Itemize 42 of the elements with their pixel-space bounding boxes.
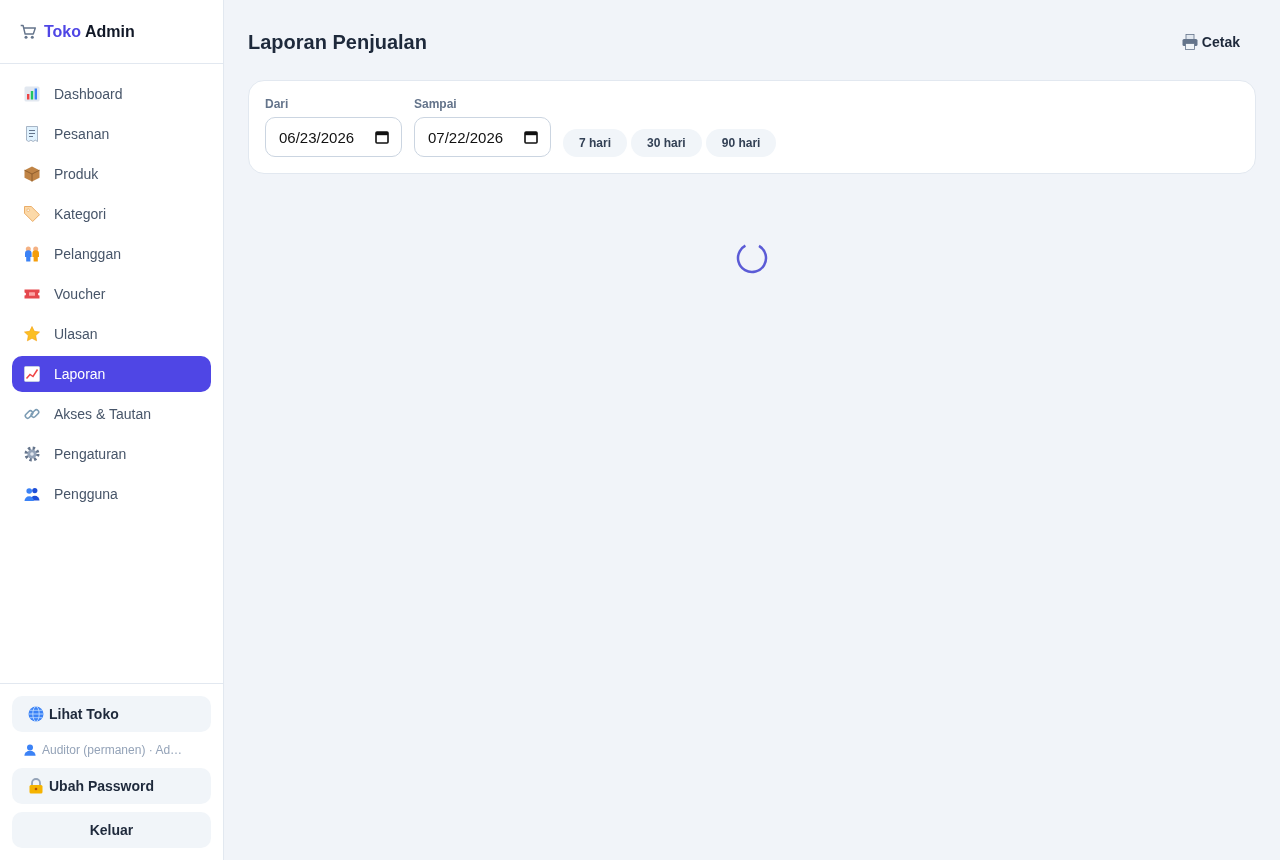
printer-icon <box>1181 34 1198 50</box>
link-icon <box>24 406 40 422</box>
nav-item[interactable]: Produk <box>12 156 211 192</box>
calendar-icon <box>375 130 389 144</box>
nav-item[interactable]: Pelanggan <box>12 236 211 272</box>
nav-item[interactable]: Pengguna <box>12 476 211 512</box>
field-label: Sampai <box>414 97 458 111</box>
nav-item[interactable]: Voucher <box>12 276 211 312</box>
nav-item[interactable]: Akses & Tautan <box>12 396 211 432</box>
brand-title: Toko Admin <box>44 22 135 41</box>
range-preset-button[interactable]: 90 hari <box>705 129 777 157</box>
star-icon <box>24 326 40 342</box>
line-chart-icon <box>24 366 40 382</box>
lock-icon <box>28 778 44 794</box>
range-preset-button[interactable]: 30 hari <box>631 129 702 157</box>
user-icon <box>24 744 36 756</box>
user-role-text: Auditor (permanen) · Ad… <box>42 743 183 757</box>
page-title: Laporan Penjualan <box>248 30 427 54</box>
people-icon <box>24 246 40 262</box>
tag-icon <box>24 206 40 222</box>
print-button[interactable]: Cetak <box>1165 24 1256 60</box>
users-icon <box>24 486 40 502</box>
logout-button[interactable]: Keluar <box>12 812 211 848</box>
change-password-button[interactable]: Ubah Password <box>12 768 211 804</box>
nav-item[interactable]: Kategori <box>12 196 211 232</box>
receipt-icon <box>24 126 40 142</box>
range-preset-button[interactable]: 7 hari <box>563 129 627 157</box>
nav-item[interactable]: Ulasan <box>12 316 211 352</box>
view-store-button[interactable]: Lihat Toko <box>12 696 211 732</box>
globe-icon <box>28 706 44 722</box>
nav-item[interactable]: Dashboard <box>12 76 211 112</box>
bar-chart-icon <box>24 86 40 102</box>
gear-icon <box>24 446 40 462</box>
date-field[interactable]: 06/23/2026 <box>265 117 402 157</box>
field-label: Dari <box>265 97 290 111</box>
cart-icon <box>20 23 36 40</box>
calendar-icon <box>524 130 538 144</box>
nav-item[interactable]: Pengaturan <box>12 436 211 472</box>
nav-item[interactable]: Laporan <box>12 356 211 392</box>
package-icon <box>24 166 40 182</box>
nav-item[interactable]: Pesanan <box>12 116 211 152</box>
date-field[interactable]: 07/22/2026 <box>414 117 551 157</box>
